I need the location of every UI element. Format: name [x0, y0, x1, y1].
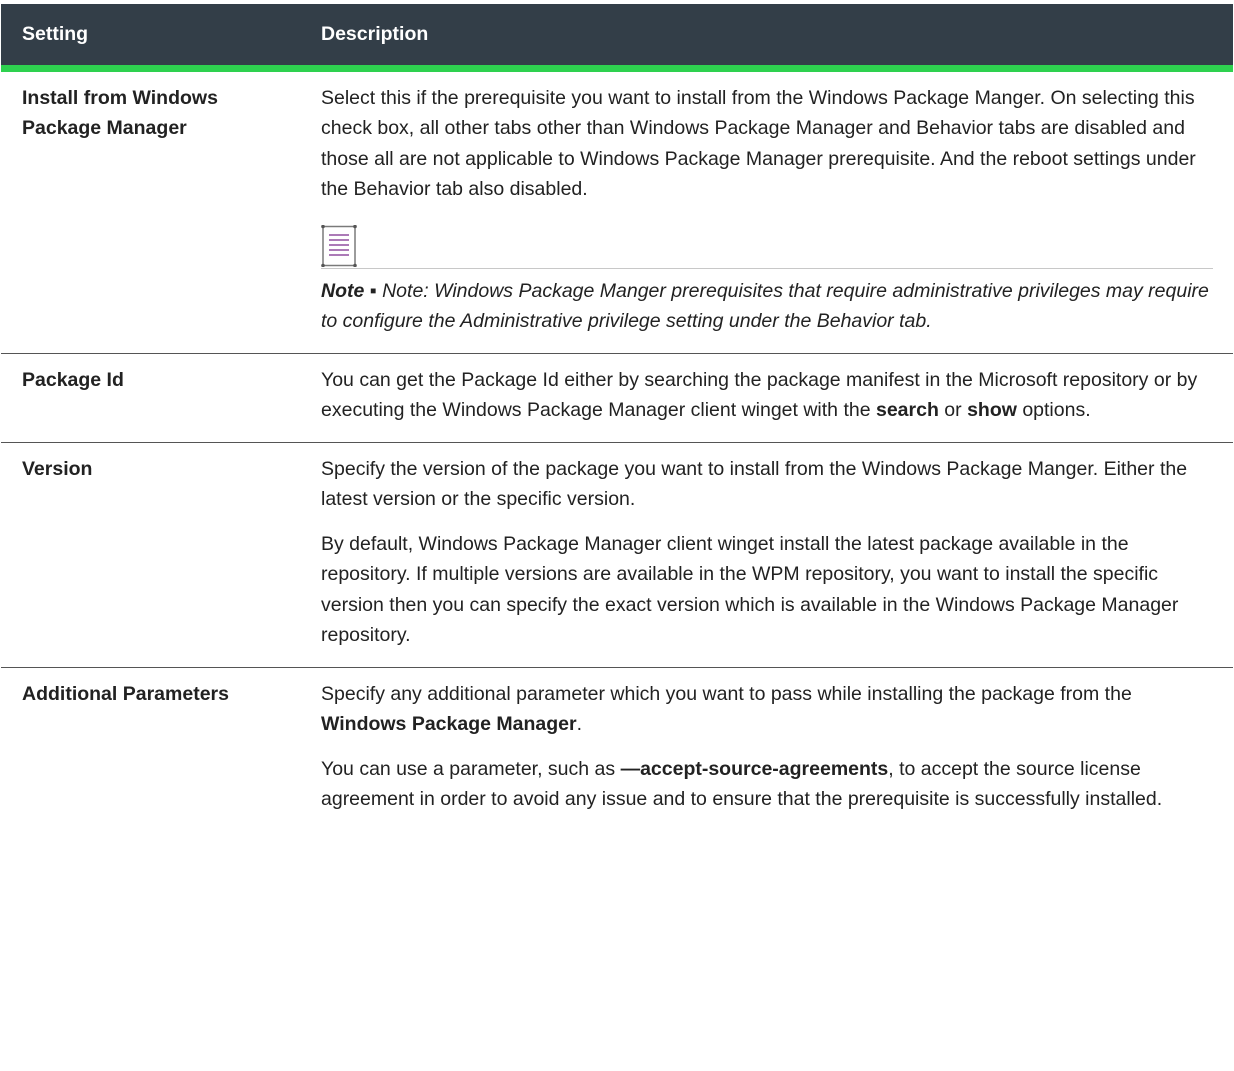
- setting-name: Package Id: [1, 353, 300, 443]
- table-header: Setting Description: [1, 4, 1233, 72]
- setting-description: You can get the Package Id either by sea…: [300, 353, 1233, 443]
- table-row: Package Id You can get the Package Id ei…: [1, 353, 1233, 443]
- table-row: Additional Parameters Specify any additi…: [1, 667, 1233, 831]
- note-label: Note: [321, 279, 365, 302]
- note-block: Note ▪ Note: Windows Package Manger prer…: [321, 219, 1213, 337]
- description-paragraph: Specify the version of the package you w…: [321, 457, 1188, 511]
- header-row: Setting Description: [1, 4, 1233, 72]
- note-document-icon: [321, 224, 357, 267]
- text-segment: .: [576, 713, 582, 735]
- keyword-accept-source-agreements: —accept-source-agreements: [620, 757, 889, 780]
- note-text: Note ▪ Note: Windows Package Manger prer…: [321, 276, 1213, 337]
- text-segment: or: [938, 399, 968, 421]
- description-paragraph: By default, Windows Package Manager clie…: [321, 532, 1179, 647]
- keyword-search: search: [875, 399, 939, 421]
- settings-table: Setting Description Install from Windows…: [1, 4, 1233, 831]
- note-icon-container: [321, 219, 1213, 269]
- description-paragraph: You can use a parameter, such as —accept…: [321, 754, 1213, 815]
- header-description: Description: [300, 4, 1233, 72]
- keyword-windows-package-manager: Windows Package Manager: [321, 713, 577, 735]
- setting-description: Specify the version of the package you w…: [300, 442, 1233, 668]
- text-segment: You can use a parameter, such as: [321, 757, 621, 780]
- setting-name: Install from Windows Package Manager: [1, 68, 300, 354]
- text-segment: Specify any additional parameter which y…: [321, 682, 1132, 705]
- description-paragraph: You can get the Package Id either by sea…: [321, 365, 1213, 426]
- table-row: Version Specify the version of the packa…: [1, 442, 1233, 668]
- description-paragraph: Specify any additional parameter which y…: [321, 679, 1213, 740]
- table-row: Install from Windows Package Manager Sel…: [1, 68, 1233, 354]
- setting-name: Version: [1, 442, 300, 668]
- keyword-show: show: [967, 399, 1017, 421]
- description-paragraph: Select this if the prerequisite you want…: [321, 86, 1196, 201]
- setting-description: Select this if the prerequisite you want…: [300, 68, 1233, 354]
- setting-name: Additional Parameters: [22, 682, 229, 705]
- note-body: Note: Windows Package Manger prerequisit…: [321, 279, 1209, 333]
- note-separator: ▪: [364, 279, 383, 302]
- text-segment: options.: [1016, 399, 1091, 421]
- setting-description: Specify any additional parameter which y…: [300, 667, 1233, 831]
- header-setting: Setting: [1, 4, 300, 72]
